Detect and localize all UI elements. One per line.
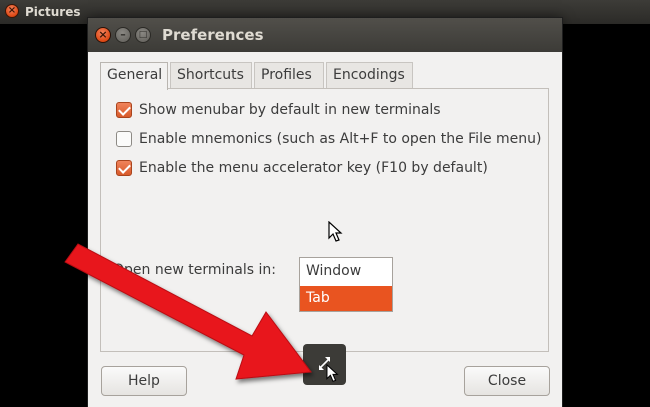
maximize-window-icon[interactable]: □ [135,27,151,43]
outer-close-icon[interactable]: × [5,4,19,18]
mouse-pointer-icon [326,364,339,382]
checkbox-label: Show menubar by default in new terminals [139,102,441,118]
checkbox-unchecked-icon[interactable] [116,131,132,147]
tab-general[interactable]: General [100,62,168,90]
dropdown-option-window[interactable]: Window [300,259,392,284]
outer-window-title: Pictures [25,5,81,19]
checkbox-checked-icon[interactable] [116,160,132,176]
dialog-title: Preferences [162,26,264,44]
checkbox-checked-icon[interactable] [116,102,132,118]
open-new-terminals-label: Open new terminals in: [113,262,276,278]
close-button[interactable]: Close [464,366,550,396]
tab-profiles[interactable]: Profiles [254,62,324,88]
minimize-window-icon[interactable]: – [115,27,131,43]
tab-shortcuts[interactable]: Shortcuts [170,62,252,88]
help-button[interactable]: Help [101,366,187,396]
general-panel: Show menubar by default in new terminals… [100,88,549,352]
close-window-icon[interactable]: × [95,27,111,43]
checkbox-label: Enable mnemonics (such as Alt+F to open … [139,131,542,147]
dialog-titlebar: × – □ Preferences [88,18,562,52]
checkbox-label: Enable the menu accelerator key (F10 by … [139,160,488,176]
dropdown-option-tab[interactable]: Tab [300,286,392,311]
tab-encodings[interactable]: Encodings [326,62,413,88]
mouse-pointer-icon [328,221,343,242]
open-new-terminals-dropdown[interactable]: Window Tab [299,257,393,312]
